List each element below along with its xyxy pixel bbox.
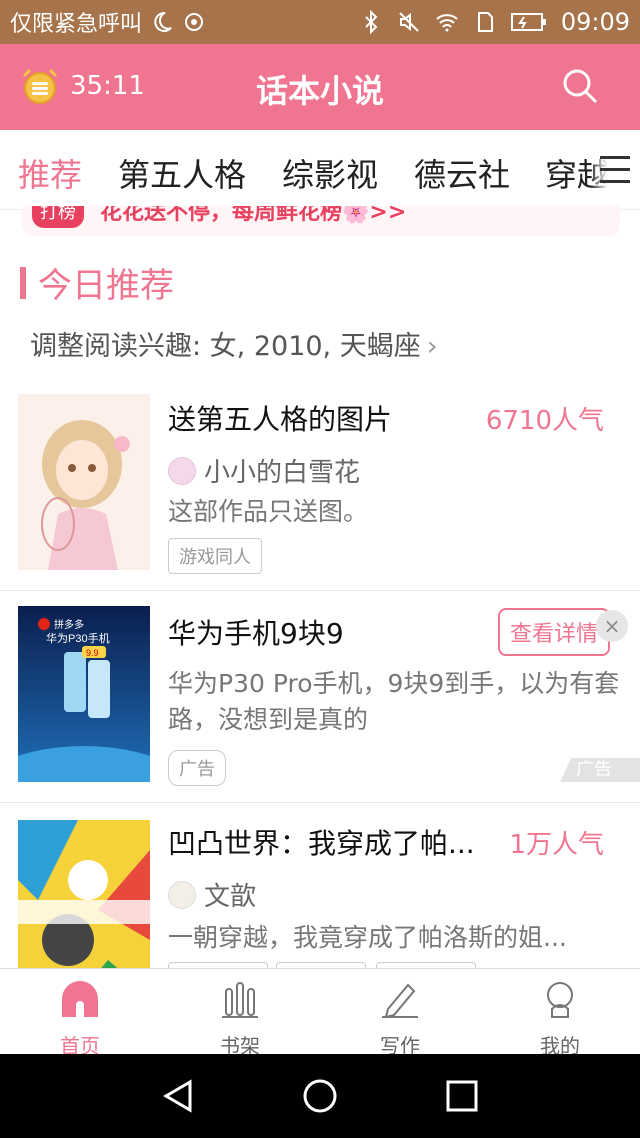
bottom-nav: 首页 书架 写作 我的: [0, 968, 640, 1058]
divider: [0, 802, 640, 803]
list-item[interactable]: 送第五人格的图片 6710人气 小小的白雪花 这部作品只送图。 游戏同人: [0, 388, 640, 588]
divider: [0, 590, 640, 591]
battery-icon: [510, 13, 546, 31]
item-author: 小小的白雪花: [168, 452, 360, 489]
back-icon[interactable]: [158, 1076, 198, 1116]
item-tag[interactable]: 游戏同人: [168, 538, 262, 574]
home-icon: [62, 981, 98, 1017]
item-title: 凹凸世界：我穿成了帕...: [168, 827, 475, 860]
nav-bookshelf[interactable]: 书架: [160, 975, 320, 1059]
search-icon[interactable]: [560, 66, 600, 106]
list-item[interactable]: 凹凸世界：我穿成了帕... 1万人气 文歆 一朝穿越，我竟穿成了帕洛斯的姐...: [0, 804, 640, 968]
interest-settings-link[interactable]: 调整阅读兴趣: 女, 2010, 天蝎座 ›: [30, 324, 438, 363]
ad-corner-label: 广告: [560, 758, 640, 782]
item-title: 送第五人格的图片: [168, 403, 393, 436]
carrier-text: 仅限紧急呼叫: [10, 12, 143, 37]
item-popularity: 1万人气: [509, 830, 604, 860]
nav-profile[interactable]: 我的: [480, 975, 640, 1059]
chevron-right-icon: ›: [426, 331, 438, 362]
avatar: [168, 456, 196, 485]
ad-price-text: 9.9: [86, 648, 99, 658]
hotspot-icon: [185, 13, 204, 31]
book-cover: [18, 820, 150, 968]
book-cover: [18, 394, 150, 570]
home-circle-icon[interactable]: [300, 1076, 340, 1116]
nav-write[interactable]: 写作: [320, 975, 480, 1059]
bookshelf-icon: [222, 982, 258, 1018]
sim-icon: [477, 12, 493, 32]
moon-icon: [154, 11, 172, 32]
author-name: 小小的白雪花: [204, 458, 361, 488]
profile-icon: [547, 982, 573, 1018]
section-title: 今日推荐: [38, 266, 174, 306]
menu-icon: [600, 156, 630, 159]
item-popularity: 6710人气: [485, 406, 604, 436]
tab-identity-v[interactable]: 第五人格: [118, 150, 246, 196]
tab-recommend[interactable]: 推荐: [18, 150, 82, 196]
nav-home[interactable]: 首页: [0, 975, 160, 1059]
section-header: 今日推荐: [20, 258, 174, 307]
status-bar: 仅限紧急呼叫 09:09: [0, 0, 640, 44]
item-author: 文歆: [168, 876, 256, 913]
category-tabs: 推荐 第五人格 综影视 德云社 穿越: [0, 130, 640, 210]
interest-text: 调整阅读兴趣: 女, 2010, 天蝎座: [30, 331, 421, 362]
bluetooth-icon: [365, 10, 378, 34]
item-description: 这部作品只送图。: [168, 497, 369, 526]
ad-brand-text: 拼多多: [54, 618, 84, 631]
ad-item[interactable]: 拼多多 华为P30手机 9.9 华为手机9块9 查看详情 × 华为P30 Pro…: [0, 592, 640, 800]
promo-badge: 打榜: [32, 206, 84, 228]
recents-icon[interactable]: [442, 1076, 482, 1116]
promo-banner[interactable]: 打榜 花花送不停，每周鲜花榜🌸>>: [22, 206, 620, 236]
mute-icon: [399, 12, 419, 32]
app-bar: 35:11 话本小说: [0, 44, 640, 130]
item-description: 华为P30 Pro手机，9块9到手，以为有套路，没想到是真的: [168, 669, 620, 734]
tab-menu-button[interactable]: [590, 130, 640, 209]
tab-deyun[interactable]: 德云社: [414, 150, 510, 196]
ad-tag: 广告: [168, 750, 226, 786]
tab-film-tv[interactable]: 综影视: [282, 150, 378, 196]
section-accent-bar: [20, 266, 26, 299]
view-details-button[interactable]: 查看详情: [497, 608, 610, 656]
status-time: 09:09: [560, 8, 630, 36]
author-name: 文歆: [204, 882, 257, 912]
item-title: 华为手机9块9: [168, 617, 344, 650]
close-icon[interactable]: ×: [596, 610, 628, 642]
wifi-icon: [436, 14, 458, 32]
promo-text: 花花送不停，每周鲜花榜🌸>>: [100, 206, 407, 225]
avatar: [168, 880, 196, 909]
system-nav-bar: [0, 1054, 640, 1138]
ad-image: 拼多多 华为P30手机 9.9: [18, 606, 150, 782]
pen-icon: [382, 983, 418, 1019]
ad-caption-text: 华为P30手机: [46, 631, 110, 645]
app-title: 话本小说: [255, 72, 384, 110]
item-description: 一朝穿越，我竟穿成了帕洛斯的姐...: [168, 923, 567, 952]
